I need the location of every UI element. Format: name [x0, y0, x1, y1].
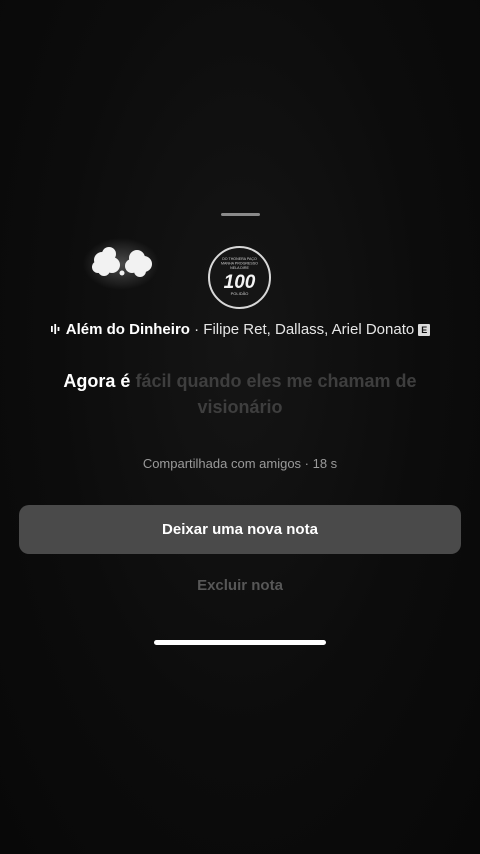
lyric-sung: Agora é	[63, 371, 131, 391]
note-sheet: DO THONERA PAÇO MANHA PROGRESSO NELA DIR…	[0, 0, 480, 854]
shared-info: Compartilhada com amigos · 18 s	[142, 456, 338, 471]
delete-note-button[interactable]: Excluir nota	[140, 572, 340, 600]
album-art[interactable]: DO THONERA PAÇO MANHA PROGRESSO NELA DIR…	[208, 246, 271, 309]
lyric-text: Agora é fácil quando eles me chamam de v…	[30, 368, 450, 420]
song-info[interactable]: Além do Dinheiro · Filipe Ret, Dallass, …	[0, 321, 480, 338]
svg-text:DO THONERA PAÇO: DO THONERA PAÇO	[222, 257, 257, 261]
song-title: Além do Dinheiro	[65, 321, 190, 338]
album-cover-image: DO THONERA PAÇO MANHA PROGRESSO NELA DIR…	[221, 257, 258, 296]
audio-bars-icon	[50, 324, 60, 334]
song-artists: Filipe Ret, Dallass, Ariel Donato	[203, 321, 415, 338]
svg-text:MANHA PROGRESSO: MANHA PROGRESSO	[221, 262, 258, 266]
song-separator: ·	[189, 321, 204, 338]
lyric-unsung: fácil quando eles me chamam de visionári…	[130, 371, 417, 417]
explicit-badge: E	[418, 324, 431, 336]
new-note-button[interactable]: Deixar uma nova nota	[19, 505, 461, 554]
svg-text:100: 100	[224, 272, 256, 293]
svg-text:NELA DIRE: NELA DIRE	[230, 266, 249, 270]
home-indicator[interactable]	[154, 640, 326, 645]
svg-text:POLIDÃO: POLIDÃO	[231, 291, 249, 296]
exploding-head-emoji-icon	[83, 238, 159, 290]
sheet-grab-handle[interactable]	[221, 213, 260, 216]
